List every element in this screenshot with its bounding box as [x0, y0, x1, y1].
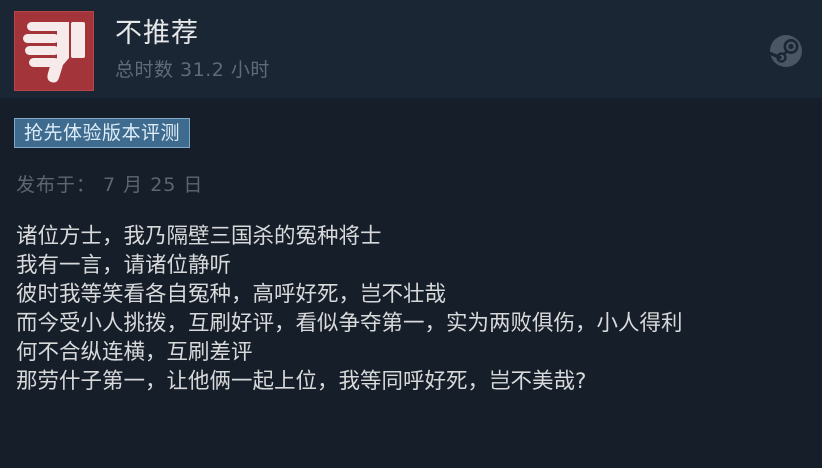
review-line: 我有一言，请诸位静听: [16, 253, 232, 278]
review-line: 诸位方士，我乃隔壁三国杀的冤种将士: [16, 224, 382, 249]
review-header: 不推荐 总时数 31.2 小时: [0, 0, 822, 98]
review-body: 诸位方士，我乃隔壁三国杀的冤种将士 我有一言，请诸位静听 彼时我等笑看各自冤种，…: [16, 222, 806, 396]
steam-icon: [769, 35, 802, 67]
review-line: 何不合纵连横，互刷差评: [16, 340, 253, 365]
playtime-hours: 总时数 31.2 小时: [115, 59, 270, 81]
review-verdict: 不推荐: [115, 18, 199, 49]
thumbs-down-icon: [14, 11, 94, 91]
early-access-review-badge: 抢先体验版本评测: [14, 118, 191, 148]
thumbs-down-glyph: [23, 22, 85, 83]
review-line: 而今受小人挑拨，互刷好评，看似争夺第一，实为两败俱伤，小人得利: [16, 311, 683, 336]
posted-date: 发布于： 7 月 25 日: [16, 174, 204, 196]
review-line: 彼时我等笑看各自冤种，高呼好死，岂不壮哉: [16, 282, 447, 307]
review-line: 那劳什子第一，让他俩一起上位，我等同呼好死，岂不美哉?: [16, 369, 587, 394]
